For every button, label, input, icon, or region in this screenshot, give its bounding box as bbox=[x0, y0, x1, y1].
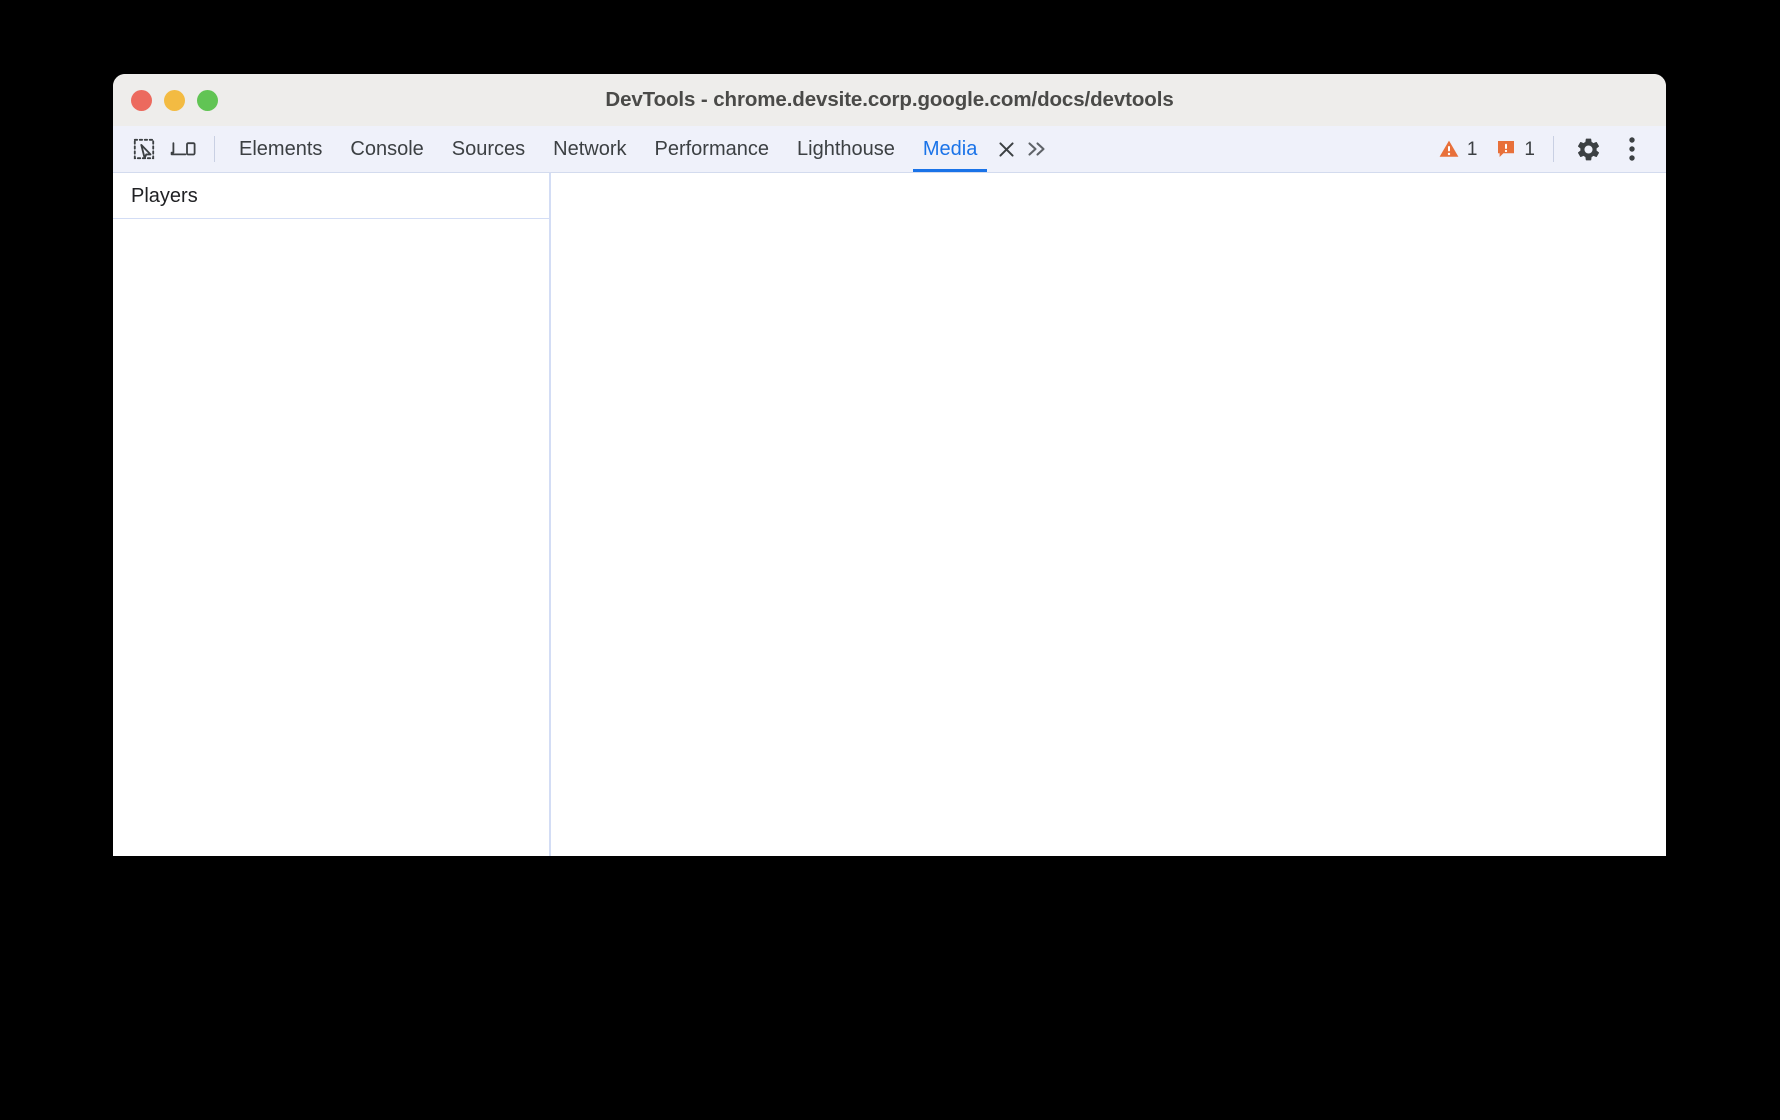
close-tab-button[interactable] bbox=[993, 126, 1019, 172]
tab-label: Performance bbox=[654, 138, 770, 160]
tab-sources[interactable]: Sources bbox=[438, 126, 539, 172]
players-header: Players bbox=[113, 173, 549, 219]
tab-label: Elements bbox=[239, 138, 323, 160]
device-toolbar-icon bbox=[170, 136, 198, 162]
settings-button[interactable] bbox=[1566, 126, 1610, 172]
status-badges: 1 1 bbox=[1432, 126, 1545, 172]
right-tools-separator bbox=[1553, 136, 1554, 162]
tab-label: Sources bbox=[451, 138, 526, 160]
close-window-button[interactable] bbox=[131, 89, 152, 111]
players-list[interactable] bbox=[113, 219, 549, 856]
issue-count: 1 bbox=[1524, 138, 1535, 160]
chevron-double-right-icon bbox=[1026, 139, 1048, 159]
tab-label: Console bbox=[350, 138, 424, 160]
minimize-window-button[interactable] bbox=[164, 89, 185, 111]
gear-icon bbox=[1575, 136, 1602, 163]
main-menu-button[interactable] bbox=[1610, 126, 1654, 172]
media-players-sidebar: Players bbox=[113, 173, 549, 856]
tab-lighthouse[interactable]: Lighthouse bbox=[783, 126, 909, 172]
tab-network[interactable]: Network bbox=[539, 126, 640, 172]
more-tabs-button[interactable] bbox=[1021, 126, 1053, 172]
toolbar-separator bbox=[214, 136, 215, 162]
window-titlebar: DevTools - chrome.devsite.corp.google.co… bbox=[113, 74, 1666, 126]
window-title: DevTools - chrome.devsite.corp.google.co… bbox=[605, 88, 1174, 111]
issues-badge[interactable]: 1 bbox=[1489, 126, 1541, 172]
screen-root: DevTools - chrome.devsite.corp.google.co… bbox=[0, 0, 1780, 1120]
tab-label: Media bbox=[922, 138, 978, 160]
tab-label: Lighthouse bbox=[797, 138, 895, 160]
inspect-element-button[interactable] bbox=[124, 126, 164, 172]
maximize-window-button[interactable] bbox=[197, 89, 218, 111]
close-icon bbox=[997, 140, 1016, 159]
tabbar-spacer bbox=[1053, 126, 1431, 172]
tab-media[interactable]: Media bbox=[909, 126, 991, 172]
device-toolbar-button[interactable] bbox=[164, 126, 204, 172]
inspect-element-icon bbox=[131, 136, 157, 162]
tab-label: Network bbox=[553, 138, 627, 160]
issue-exclamation-icon bbox=[1495, 138, 1517, 160]
warning-count: 1 bbox=[1466, 138, 1478, 160]
tab-performance[interactable]: Performance bbox=[641, 126, 784, 172]
warning-triangle-icon bbox=[1438, 138, 1460, 160]
devtools-tabbar: Elements Console Sources Network Perform… bbox=[113, 126, 1666, 173]
more-vertical-icon bbox=[1628, 135, 1636, 163]
devtools-window: DevTools - chrome.devsite.corp.google.co… bbox=[113, 74, 1666, 856]
warnings-badge[interactable]: 1 bbox=[1432, 126, 1484, 172]
tabbar-right-tools bbox=[1545, 126, 1666, 172]
tab-console[interactable]: Console bbox=[336, 126, 437, 172]
devtools-body: Players bbox=[113, 173, 1666, 856]
tab-elements[interactable]: Elements bbox=[225, 126, 336, 172]
traffic-lights bbox=[131, 74, 218, 126]
media-detail-panel[interactable] bbox=[551, 173, 1666, 856]
players-title: Players bbox=[131, 184, 198, 207]
